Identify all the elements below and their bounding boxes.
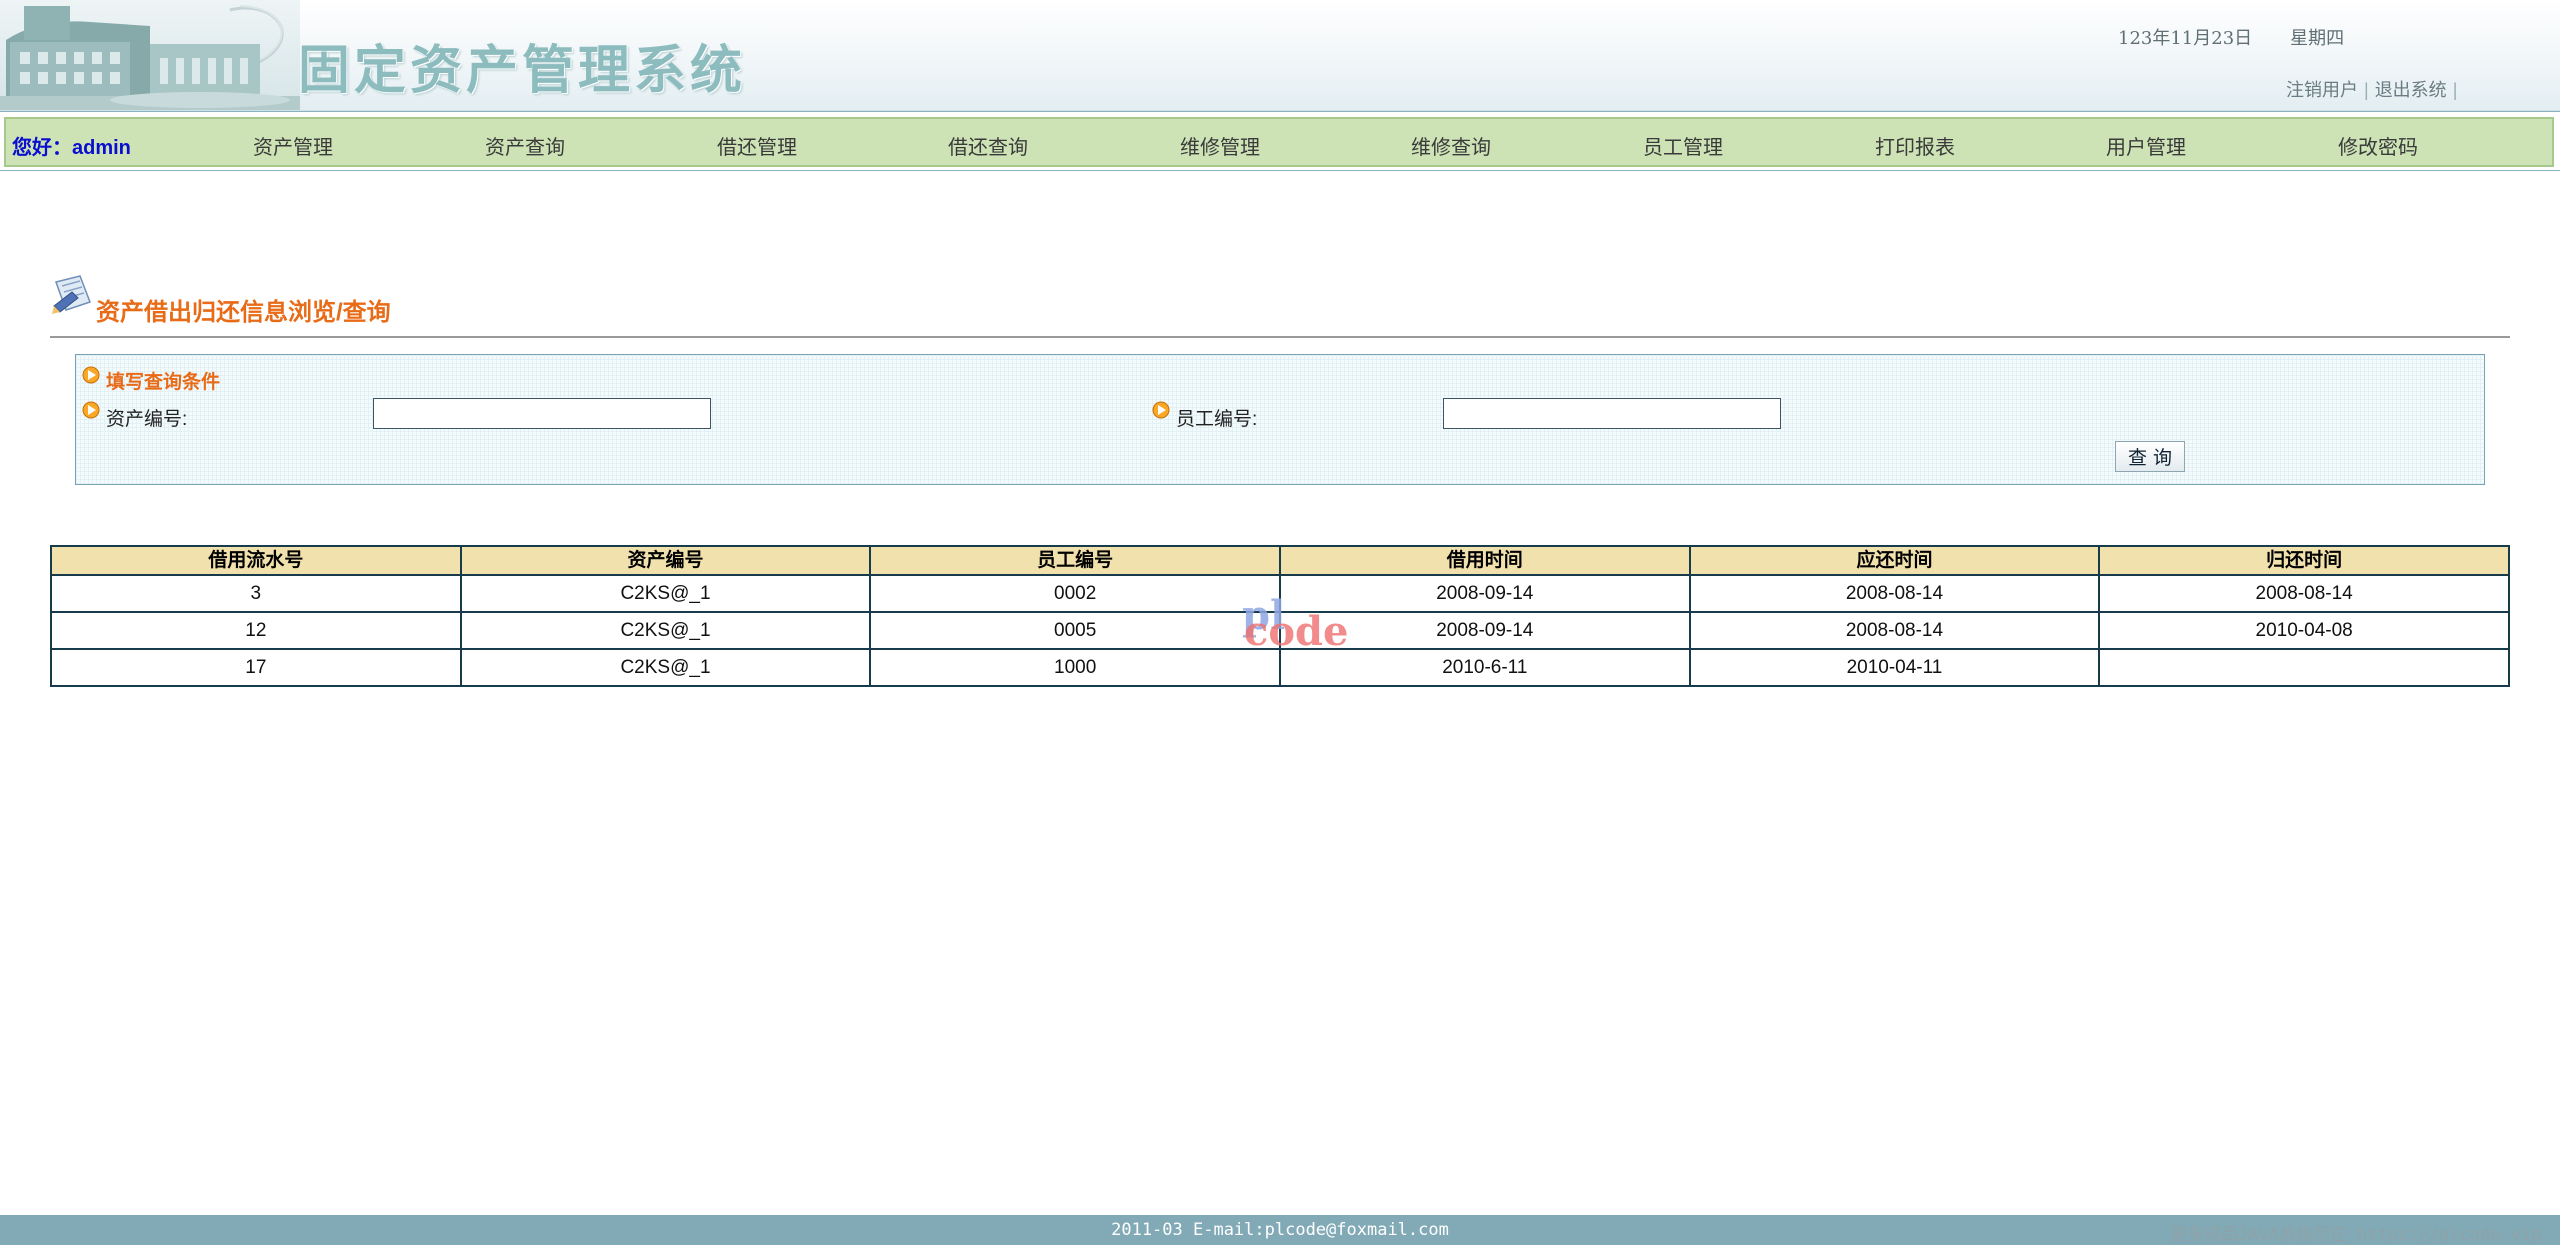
column-header-borrow-serial: 借用流水号 [50,545,462,576]
cell-employee-number: 0005 [869,611,1281,650]
link-separator: | [2364,80,2369,100]
cell-employee-number: 0002 [869,574,1281,613]
cell-due-time: 2010-04-11 [1688,648,2101,687]
watermark-bottom: code [1244,608,1349,655]
building-logo-image [0,0,300,110]
query-panel: 填写查询条件 资产编号: 员工编号: 查询 [75,354,2485,485]
logout-user-link[interactable]: 注销用户 [2286,80,2358,100]
query-button[interactable]: 查询 [2115,441,2185,472]
page-title: 资产借出归还信息浏览/查询 [96,299,391,326]
nav-item-borrow-management[interactable]: 借还管理 [717,131,797,160]
cell-return-time: 2008-08-14 [2098,574,2510,613]
cell-borrow-serial: 12 [50,611,462,650]
main-nav: 您好：admin 资产管理 资产查询 借还管理 借还查询 维修管理 维修查询 员… [4,117,2554,167]
employee-number-label: 员工编号: [1176,409,1258,430]
date-display: 123年11月23日 星期四 [2118,24,2382,50]
nav-item-borrow-query[interactable]: 借还查询 [948,131,1028,160]
document-pen-icon [50,272,96,323]
orange-arrow-icon [1152,401,1170,419]
footer-promo-watermark: 更多成品JAVA系统尽在 https://plcode.vip [2170,1225,2542,1245]
nav-item-repair-query[interactable]: 维修查询 [1411,131,1491,160]
footer-bar: 2011-03 E-mail:plcode@foxmail.com 更多成品JA… [0,1215,2560,1245]
column-header-due-time: 应还时间 [1688,545,2101,576]
column-header-return-time: 归还时间 [2098,545,2510,576]
nav-item-employee-management[interactable]: 员工管理 [1643,131,1723,160]
system-title: 固定资产管理系统 [298,40,747,101]
cell-asset-number: C2KS@_1 [459,611,872,650]
user-greeting: 您好：admin [12,137,131,159]
table-header-row: 借用流水号 资产编号 员工编号 借用时间 应还时间 归还时间 [50,545,2510,576]
cell-asset-number: C2KS@_1 [459,648,872,687]
query-conditions-header: 填写查询条件 [106,372,221,393]
nav-item-repair-management[interactable]: 维修管理 [1180,131,1260,160]
plcode-watermark: pl code [1240,596,1348,652]
cell-employee-number: 1000 [869,648,1281,687]
user-links: 注销用户 | 退出系统 | [2286,76,2463,102]
cell-due-time: 2008-08-14 [1688,574,2101,613]
column-header-employee-number: 员工编号 [869,545,1281,576]
orange-arrow-icon [82,401,100,419]
column-header-asset-number: 资产编号 [459,545,872,576]
current-weekday: 星期四 [2290,28,2345,49]
cell-due-time: 2008-08-14 [1688,611,2101,650]
column-header-borrow-time: 借用时间 [1278,545,1691,576]
employee-number-input[interactable] [1443,398,1781,429]
exit-system-link[interactable]: 退出系统 [2375,80,2447,100]
cell-borrow-serial: 3 [50,574,462,613]
cell-asset-number: C2KS@_1 [459,574,872,613]
title-divider [50,336,2510,338]
nav-item-asset-query[interactable]: 资产查询 [485,131,565,160]
header-banner: 固定资产管理系统 123年11月23日 星期四 注销用户 | 退出系统 | [0,0,2560,111]
cell-return-time [2098,648,2510,687]
current-date: 123年11月23日 [2118,28,2253,49]
link-separator-trailing: | [2452,80,2458,100]
nav-bar-frame: 您好：admin 资产管理 资产查询 借还管理 借还查询 维修管理 维修查询 员… [0,111,2560,171]
asset-number-label: 资产编号: [106,409,188,430]
nav-item-print-report[interactable]: 打印报表 [1875,131,1955,160]
asset-number-input[interactable] [373,398,711,429]
cell-return-time: 2010-04-08 [2098,611,2510,650]
nav-item-asset-management[interactable]: 资产管理 [253,131,333,160]
orange-arrow-icon [82,366,100,384]
nav-item-user-management[interactable]: 用户管理 [2106,131,2186,160]
nav-item-change-password[interactable]: 修改密码 [2338,131,2418,160]
cell-borrow-serial: 17 [50,648,462,687]
